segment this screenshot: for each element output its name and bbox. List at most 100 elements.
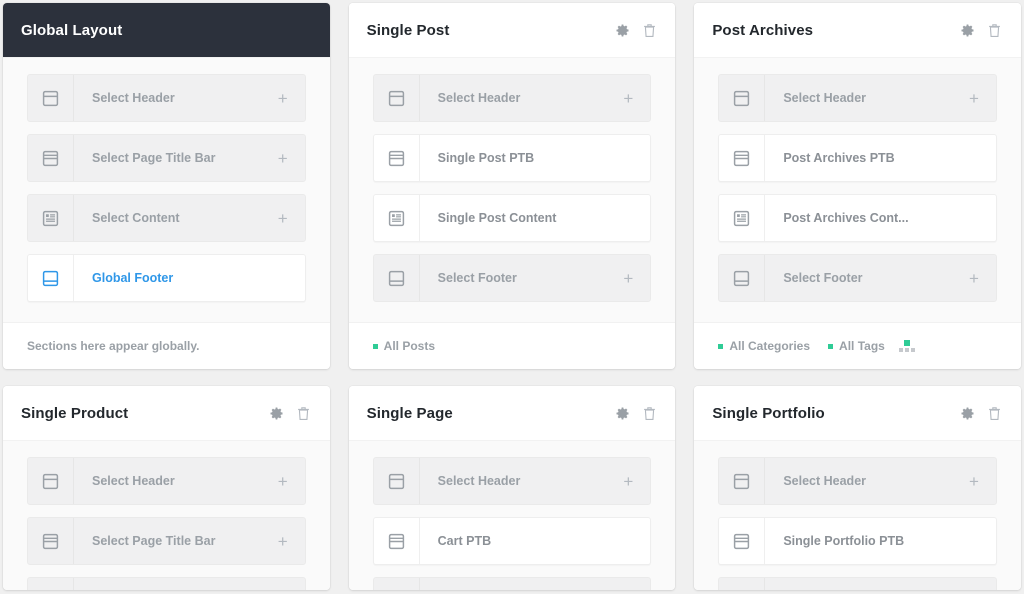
header-icon (374, 75, 420, 121)
layout-row[interactable]: Single Post Content (372, 194, 652, 242)
layout-row[interactable]: Select Header + (372, 74, 652, 122)
trash-icon[interactable] (296, 405, 312, 422)
layout-row[interactable]: Select Page Title Bar + (27, 517, 306, 565)
layout-row[interactable]: Select Header + (27, 457, 306, 505)
trash-icon[interactable] (987, 405, 1003, 422)
gear-icon[interactable] (614, 405, 630, 422)
layout-row-label: Select Header (783, 91, 867, 105)
plus-icon[interactable]: + (261, 458, 305, 504)
content-icon (28, 195, 74, 241)
card-footer: All Posts (348, 322, 676, 369)
gear-icon[interactable] (960, 405, 976, 422)
footer-tag-label: All Tags (839, 339, 885, 353)
header-icon (28, 458, 74, 504)
layout-row-label: Select Footer (783, 271, 863, 285)
plus-icon[interactable]: + (952, 255, 996, 301)
card-title: Post Archives (712, 21, 814, 39)
header-icon (719, 75, 766, 121)
card-header: Single Product (3, 386, 330, 440)
layout-row-label: Cart PTB (437, 534, 492, 548)
layout-row-label: Single Post Content (437, 211, 557, 225)
more-dots-icon[interactable] (898, 340, 915, 352)
footer-icon (374, 255, 420, 301)
card-body: Select Header + Single Post PTB Single Post… (348, 57, 676, 322)
card-body: Select Header + Post Archives PTB Post Arch… (694, 57, 1021, 322)
plus-icon[interactable]: + (261, 195, 305, 241)
card-body: Select Header + Cart PTB (348, 440, 676, 590)
layout-row[interactable]: Select Footer + (718, 254, 997, 302)
content-icon (719, 195, 766, 241)
card-header-actions (960, 405, 1003, 422)
trash-icon[interactable] (641, 405, 657, 422)
trash-icon[interactable] (987, 22, 1003, 39)
layout-row[interactable]: Single Portfolio PTB (718, 517, 997, 565)
layout-row-label: Single Portfolio PTB (783, 534, 905, 548)
ptb-icon (28, 518, 74, 564)
card-title: Global Layout (21, 21, 123, 39)
plus-icon[interactable]: + (606, 255, 650, 301)
layout-cards-grid: Global Layout Select Header + Select Page T… (0, 0, 1024, 590)
trash-icon[interactable] (641, 22, 657, 39)
layout-row[interactable]: Select Header + (718, 74, 997, 122)
layout-row[interactable]: Post Archives Cont... (718, 194, 997, 242)
layout-card: Post Archives Select Header + Post Archives… (694, 3, 1021, 369)
gear-icon[interactable] (614, 22, 630, 39)
card-body: Select Header + Select Page Title Bar + Sele… (3, 57, 330, 322)
layout-card: Single Product Select Header + Select Page … (3, 386, 330, 590)
gear-icon[interactable] (960, 22, 976, 39)
footer-tag[interactable]: All Tags (828, 339, 885, 353)
ptb-icon (28, 135, 74, 181)
plus-icon[interactable]: + (606, 458, 650, 504)
card-header-actions (960, 22, 1003, 39)
layout-row-label (765, 578, 996, 590)
status-dot-icon (828, 343, 834, 349)
layout-row[interactable] (27, 577, 306, 590)
layout-row-label: Global Footer (92, 271, 174, 285)
layout-row-label: Post Archives Cont... (783, 211, 909, 225)
footer-icon (719, 255, 766, 301)
footer-icon (28, 255, 74, 301)
layout-row[interactable] (718, 577, 997, 590)
layout-row[interactable]: Select Header + (27, 74, 306, 122)
layout-row[interactable]: Select Page Title Bar + (27, 134, 306, 182)
card-header-actions (614, 22, 657, 39)
layout-row[interactable]: Select Footer + (372, 254, 652, 302)
card-title: Single Portfolio (712, 404, 825, 422)
card-header: Post Archives (694, 3, 1021, 57)
footer-tag[interactable]: All Posts (372, 339, 435, 353)
footer-tag[interactable]: All Categories (718, 339, 810, 353)
plus-icon[interactable]: + (261, 135, 305, 181)
footer-tag-label: All Categories (729, 339, 811, 353)
plus-icon[interactable]: + (952, 458, 996, 504)
more-dots-indicator (903, 340, 910, 346)
layout-row[interactable]: Cart PTB (372, 517, 652, 565)
card-header: Single Portfolio (694, 386, 1021, 440)
layout-row-label: Select Footer (437, 271, 517, 285)
layout-row[interactable]: Global Footer (27, 254, 306, 302)
card-footer: Sections here appear globally. (3, 322, 330, 369)
layout-row[interactable]: Post Archives PTB (718, 134, 997, 182)
layout-card: Single Portfolio Select Header + Single Por… (694, 386, 1021, 590)
plus-icon[interactable]: + (952, 75, 996, 121)
content-icon (28, 578, 74, 590)
card-header: Single Page (348, 386, 676, 440)
header-icon (374, 458, 420, 504)
layout-card: Single Page Select Header + Cart PTB (348, 386, 676, 590)
ptb-icon (719, 135, 766, 181)
status-dot-icon (372, 343, 378, 349)
layout-row-label (74, 578, 305, 590)
layout-row[interactable]: Select Header + (718, 457, 997, 505)
plus-icon[interactable]: + (261, 518, 305, 564)
gear-icon[interactable] (269, 405, 285, 422)
layout-row[interactable]: Select Header + (372, 457, 652, 505)
layout-card: Single Post Select Header + Single Post PTB… (348, 3, 676, 369)
card-footer: All Categories All Tags (694, 322, 1021, 369)
layout-row[interactable] (372, 577, 652, 590)
plus-icon[interactable]: + (261, 75, 305, 121)
ptb-icon (374, 135, 420, 181)
layout-row[interactable]: Select Content + (27, 194, 306, 242)
plus-icon[interactable]: + (606, 75, 650, 121)
header-icon (719, 458, 766, 504)
ptb-icon (374, 518, 420, 564)
layout-row[interactable]: Single Post PTB (372, 134, 652, 182)
